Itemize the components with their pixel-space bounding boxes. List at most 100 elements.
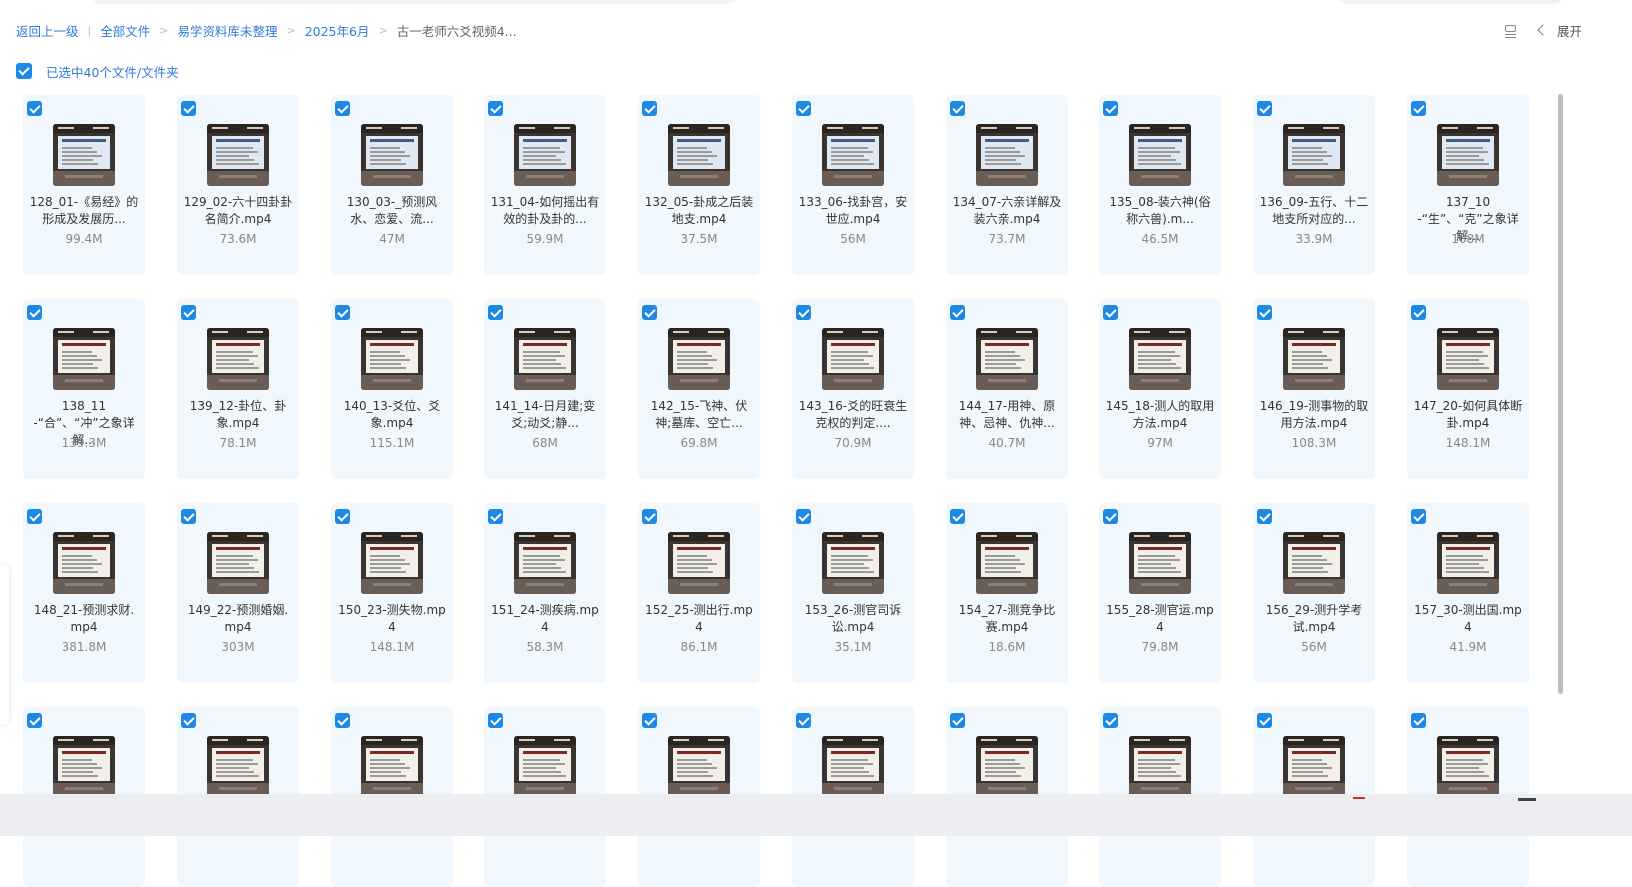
file-name[interactable]: 148_21-预测求财.mp4 bbox=[29, 602, 139, 636]
file-name[interactable]: 129_02-六十四卦卦名简介.mp4 bbox=[183, 194, 293, 228]
list-view-icon[interactable] bbox=[1504, 24, 1517, 37]
file-checkbox[interactable] bbox=[1411, 713, 1426, 728]
file-checkbox[interactable] bbox=[27, 101, 42, 116]
file-name[interactable]: 144_17-用神、原神、忌神、仇神... bbox=[952, 398, 1062, 432]
file-name[interactable]: 136_09-五行、十二地支所对应的... bbox=[1259, 194, 1369, 228]
chevron-left-icon[interactable] bbox=[1537, 24, 1549, 36]
file-card[interactable]: 128_01-《易经》的形成及发展历... 99.4M bbox=[23, 95, 145, 275]
file-checkbox[interactable] bbox=[181, 305, 196, 320]
file-name[interactable]: 155_28-测官运.mp4 bbox=[1105, 602, 1215, 636]
file-card[interactable]: 143_16-爻的旺衰生克权的判定.... 70.9M bbox=[792, 299, 914, 479]
file-card[interactable]: 155_28-测官运.mp4 79.8M bbox=[1099, 503, 1221, 683]
file-checkbox[interactable] bbox=[1103, 101, 1118, 116]
file-name[interactable]: 147_20-如何具体断卦.mp4 bbox=[1413, 398, 1523, 432]
file-card[interactable]: 154_27-测竞争比赛.mp4 18.6M bbox=[946, 503, 1068, 683]
file-card[interactable]: 157_30-测出国.mp4 41.9M bbox=[1407, 503, 1529, 683]
file-name[interactable]: 154_27-测竞争比赛.mp4 bbox=[952, 602, 1062, 636]
file-checkbox[interactable] bbox=[796, 305, 811, 320]
file-card[interactable]: 137_10-“生”、“克”之象详解... 108M bbox=[1407, 95, 1529, 275]
file-name[interactable]: 150_23-测失物.mp4 bbox=[337, 602, 447, 636]
file-checkbox[interactable] bbox=[335, 305, 350, 320]
file-card[interactable]: 134_07-六亲详解及装六亲.mp4 73.7M bbox=[946, 95, 1068, 275]
file-checkbox[interactable] bbox=[642, 305, 657, 320]
file-checkbox[interactable] bbox=[642, 713, 657, 728]
file-checkbox[interactable] bbox=[27, 305, 42, 320]
file-name[interactable]: 133_06-找卦宫，安世应.mp4 bbox=[798, 194, 908, 228]
file-checkbox[interactable] bbox=[1103, 509, 1118, 524]
scrollbar[interactable] bbox=[1558, 94, 1563, 694]
file-checkbox[interactable] bbox=[1257, 305, 1272, 320]
file-card[interactable]: 133_06-找卦宫，安世应.mp4 56M bbox=[792, 95, 914, 275]
file-card[interactable]: 130_03-_预测风水、恋爱、流... 47M bbox=[331, 95, 453, 275]
file-name[interactable]: 151_24-测疾病.mp4 bbox=[490, 602, 600, 636]
file-name[interactable]: 152_25-测出行.mp4 bbox=[644, 602, 754, 636]
file-card[interactable]: 148_21-预测求财.mp4 381.8M bbox=[23, 503, 145, 683]
file-name[interactable]: 134_07-六亲详解及装六亲.mp4 bbox=[952, 194, 1062, 228]
file-name[interactable]: 145_18-测人的取用方法.mp4 bbox=[1105, 398, 1215, 432]
file-checkbox[interactable] bbox=[488, 101, 503, 116]
file-card[interactable]: 135_08-装六神(俗称六兽).m... 46.5M bbox=[1099, 95, 1221, 275]
file-card[interactable]: 146_19-测事物的取用方法.mp4 108.3M bbox=[1253, 299, 1375, 479]
file-checkbox[interactable] bbox=[642, 509, 657, 524]
file-card[interactable]: 149_22-预测婚姻.mp4 303M bbox=[177, 503, 299, 683]
file-checkbox[interactable] bbox=[950, 305, 965, 320]
breadcrumb-all-files[interactable]: 全部文件 bbox=[100, 21, 150, 40]
file-checkbox[interactable] bbox=[181, 713, 196, 728]
file-name[interactable]: 141_14-日月建;变爻;动爻;静... bbox=[490, 398, 600, 432]
file-name[interactable]: 131_04-如何摇出有效的卦及卦的... bbox=[490, 194, 600, 228]
file-card[interactable]: 131_04-如何摇出有效的卦及卦的... 59.9M bbox=[484, 95, 606, 275]
breadcrumb-library[interactable]: 易学资料库未整理 bbox=[177, 21, 277, 40]
file-checkbox[interactable] bbox=[1411, 101, 1426, 116]
breadcrumb-month[interactable]: 2025年6月 bbox=[305, 21, 370, 40]
file-name[interactable]: 142_15-飞神、伏神;墓库、空亡... bbox=[644, 398, 754, 432]
file-card[interactable]: 150_23-测失物.mp4 148.1M bbox=[331, 503, 453, 683]
file-checkbox[interactable] bbox=[950, 713, 965, 728]
file-name[interactable]: 135_08-装六神(俗称六兽).m... bbox=[1105, 194, 1215, 228]
file-checkbox[interactable] bbox=[181, 101, 196, 116]
file-card[interactable]: 151_24-测疾病.mp4 58.3M bbox=[484, 503, 606, 683]
file-name[interactable]: 156_29-测升学考试.mp4 bbox=[1259, 602, 1369, 636]
file-name[interactable]: 157_30-测出国.mp4 bbox=[1413, 602, 1523, 636]
file-checkbox[interactable] bbox=[27, 713, 42, 728]
expand-button[interactable]: 展开 bbox=[1557, 21, 1582, 40]
file-checkbox[interactable] bbox=[796, 509, 811, 524]
file-card[interactable]: 156_29-测升学考试.mp4 56M bbox=[1253, 503, 1375, 683]
file-checkbox[interactable] bbox=[1411, 305, 1426, 320]
file-checkbox[interactable] bbox=[335, 509, 350, 524]
file-name[interactable]: 149_22-预测婚姻.mp4 bbox=[183, 602, 293, 636]
back-link[interactable]: 返回上一级 bbox=[16, 21, 79, 40]
file-card[interactable]: 138_11-“合”、“冲”之象详解... 139.3M bbox=[23, 299, 145, 479]
file-checkbox[interactable] bbox=[181, 509, 196, 524]
file-checkbox[interactable] bbox=[1257, 713, 1272, 728]
file-checkbox[interactable] bbox=[950, 101, 965, 116]
file-checkbox[interactable] bbox=[950, 509, 965, 524]
file-checkbox[interactable] bbox=[27, 509, 42, 524]
file-name[interactable]: 153_26-测官司诉讼.mp4 bbox=[798, 602, 908, 636]
file-card[interactable]: 147_20-如何具体断卦.mp4 148.1M bbox=[1407, 299, 1529, 479]
file-checkbox[interactable] bbox=[1257, 101, 1272, 116]
file-checkbox[interactable] bbox=[642, 101, 657, 116]
file-card[interactable]: 136_09-五行、十二地支所对应的... 33.9M bbox=[1253, 95, 1375, 275]
file-card[interactable]: 152_25-测出行.mp4 86.1M bbox=[638, 503, 760, 683]
file-name[interactable]: 130_03-_预测风水、恋爱、流... bbox=[337, 194, 447, 228]
file-card[interactable]: 129_02-六十四卦卦名简介.mp4 73.6M bbox=[177, 95, 299, 275]
file-card[interactable]: 141_14-日月建;变爻;动爻;静... 68M bbox=[484, 299, 606, 479]
file-card[interactable]: 140_13-爻位、爻象.mp4 115.1M bbox=[331, 299, 453, 479]
file-checkbox[interactable] bbox=[335, 101, 350, 116]
file-card[interactable]: 142_15-飞神、伏神;墓库、空亡... 69.8M bbox=[638, 299, 760, 479]
file-checkbox[interactable] bbox=[1411, 509, 1426, 524]
file-name[interactable]: 128_01-《易经》的形成及发展历... bbox=[29, 194, 139, 228]
file-card[interactable]: 139_12-卦位、卦象.mp4 78.1M bbox=[177, 299, 299, 479]
file-checkbox[interactable] bbox=[1103, 305, 1118, 320]
file-name[interactable]: 146_19-测事物的取用方法.mp4 bbox=[1259, 398, 1369, 432]
file-name[interactable]: 132_05-卦成之后装地支.mp4 bbox=[644, 194, 754, 228]
file-name[interactable]: 140_13-爻位、爻象.mp4 bbox=[337, 398, 447, 432]
file-card[interactable]: 153_26-测官司诉讼.mp4 35.1M bbox=[792, 503, 914, 683]
select-all-checkbox[interactable] bbox=[16, 63, 32, 79]
file-name[interactable]: 139_12-卦位、卦象.mp4 bbox=[183, 398, 293, 432]
file-checkbox[interactable] bbox=[488, 305, 503, 320]
file-checkbox[interactable] bbox=[488, 713, 503, 728]
file-card[interactable]: 144_17-用神、原神、忌神、仇神... 40.7M bbox=[946, 299, 1068, 479]
file-checkbox[interactable] bbox=[488, 509, 503, 524]
file-name[interactable]: 143_16-爻的旺衰生克权的判定.... bbox=[798, 398, 908, 432]
